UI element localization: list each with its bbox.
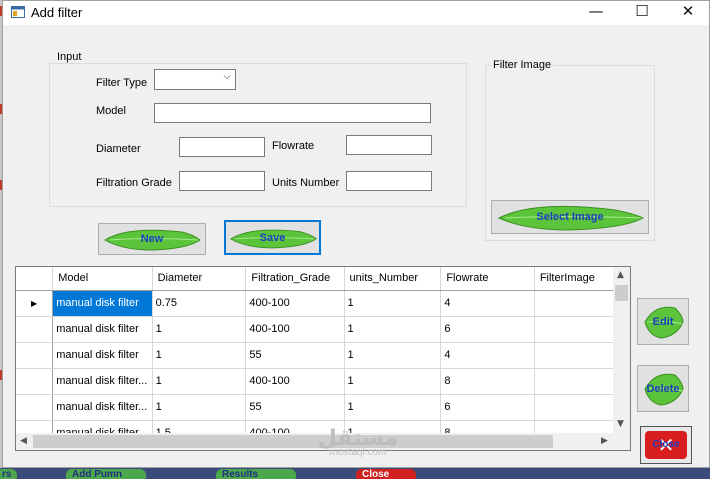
diameter-input[interactable] [179,137,265,157]
table-cell[interactable]: 0.75 [152,290,247,317]
table-cell[interactable]: 1 [152,368,247,395]
table-cell[interactable]: 400-100 [245,368,345,395]
scroll-down-icon[interactable]: ▼ [617,419,624,429]
table-cell[interactable]: 1 [344,342,442,369]
filtration-grade-label: Filtration Grade [96,177,172,189]
table-cell[interactable]: 1 [344,290,442,317]
watermark: مستقل mostaql.com [308,426,408,458]
table-cell[interactable]: 6 [440,394,535,421]
select-image-label: Select Image [536,211,604,223]
row-header[interactable] [16,368,54,395]
row-header[interactable]: ▶ [16,290,54,317]
current-row-indicator-icon: ▶ [31,299,38,308]
table-cell[interactable]: 6 [440,316,535,343]
table-cell[interactable]: manual disk filter [52,342,153,369]
background-close-button: Close [356,469,416,479]
table-cell[interactable]: 55 [245,394,345,421]
close-button[interactable]: ✕ Close [640,426,692,464]
units-number-label: Units Number [272,177,340,189]
row-header[interactable] [16,316,54,343]
model-label: Model [96,105,126,117]
scrollbar-corner [613,433,630,450]
scroll-right-icon[interactable]: ▶ [601,436,608,446]
row-header[interactable] [16,394,54,421]
title-bar: Add filter — ☐ ✕ [3,1,709,25]
table-cell[interactable]: 8 [440,368,535,395]
table-cell[interactable]: manual disk filter... [52,394,153,421]
background-button: rs [0,469,18,479]
filter-type-label: Filter Type [96,77,148,89]
select-image-button[interactable]: Select Image [491,200,649,234]
column-header[interactable]: Flowrate [440,267,535,291]
table-cell[interactable]: manual disk filter [52,290,153,317]
scroll-thumb[interactable] [33,435,553,448]
table-row[interactable]: manual disk filter... 1 400-100 1 8 [16,368,630,395]
app-window-icon [11,6,25,18]
save-button[interactable]: Save [224,220,321,255]
minimize-button[interactable]: — [573,1,619,23]
delete-label: Delete [646,382,680,395]
close-window-button[interactable]: ✕ [665,1,710,23]
units-number-input[interactable] [346,171,432,191]
row-header[interactable] [16,342,54,369]
edit-label: Edit [652,315,674,328]
input-group-label: Input [55,51,84,63]
background-app-toolbar: rs Add Pumn Results Close [0,468,710,479]
save-label: Save [259,231,286,244]
table-cell[interactable]: 1 [152,394,247,421]
table-cell[interactable]: 4 [440,342,535,369]
scroll-thumb[interactable] [615,285,628,301]
table-cell[interactable]: manual disk filter [52,316,153,343]
table-cell[interactable]: 400-100 [245,290,345,317]
table-header-row: Model Diameter Filtration_Grade units_Nu… [16,267,630,291]
chevron-down-icon: ⌵ [223,71,231,82]
flowrate-label: Flowrate [272,140,315,152]
add-filter-dialog: Add filter — ☐ ✕ Input Filter Type ⌵ Mod… [2,0,710,468]
diameter-label: Diameter [96,143,141,155]
new-button[interactable]: New [98,223,206,255]
vertical-scrollbar[interactable]: ▲ ▼ [613,267,630,434]
maximize-button[interactable]: ☐ [619,1,665,23]
filter-image-group-label: Filter Image [491,59,554,71]
table-cell[interactable]: 1 [344,316,442,343]
scroll-left-icon[interactable]: ◀ [20,436,27,446]
background-button: Add Pumn [66,469,146,479]
table-cell[interactable]: 1 [344,368,442,395]
new-label: New [140,233,164,245]
filters-table: Model Diameter Filtration_Grade units_Nu… [16,267,630,447]
close-icon: ✕ Close [645,431,687,459]
table-cell[interactable]: 4 [440,290,535,317]
table-row[interactable]: ▶ manual disk filter 0.75 400-100 1 4 [16,290,630,317]
scroll-up-icon[interactable]: ▲ [617,270,624,280]
flowrate-input[interactable] [346,135,432,155]
table-cell[interactable]: 1 [152,342,247,369]
row-header-corner [16,267,54,291]
table-cell[interactable]: manual disk filter... [52,368,153,395]
table-cell[interactable]: 1 [152,316,247,343]
column-header[interactable]: Filtration_Grade [245,267,345,291]
filters-datagrid[interactable]: Model Diameter Filtration_Grade units_Nu… [15,266,631,451]
close-label: Close [652,439,680,450]
table-row[interactable]: manual disk filter 1 400-100 1 6 [16,316,630,343]
window-title: Add filter [31,5,83,20]
table-cell[interactable]: 55 [245,342,345,369]
filtration-grade-input[interactable] [179,171,265,191]
model-input[interactable] [154,103,431,123]
table-cell[interactable]: 1 [344,394,442,421]
table-cell[interactable]: 400-100 [245,316,345,343]
delete-button[interactable]: Delete [637,365,689,412]
column-header[interactable]: Diameter [152,267,247,291]
column-header[interactable]: units_Number [344,267,442,291]
table-row[interactable]: manual disk filter 1 55 1 4 [16,342,630,369]
background-button: Results [216,469,296,479]
filter-type-select[interactable]: ⌵ [154,69,236,90]
column-header[interactable]: Model [52,267,153,291]
edit-button[interactable]: Edit [637,298,689,345]
table-row[interactable]: manual disk filter... 1 55 1 6 [16,394,630,421]
